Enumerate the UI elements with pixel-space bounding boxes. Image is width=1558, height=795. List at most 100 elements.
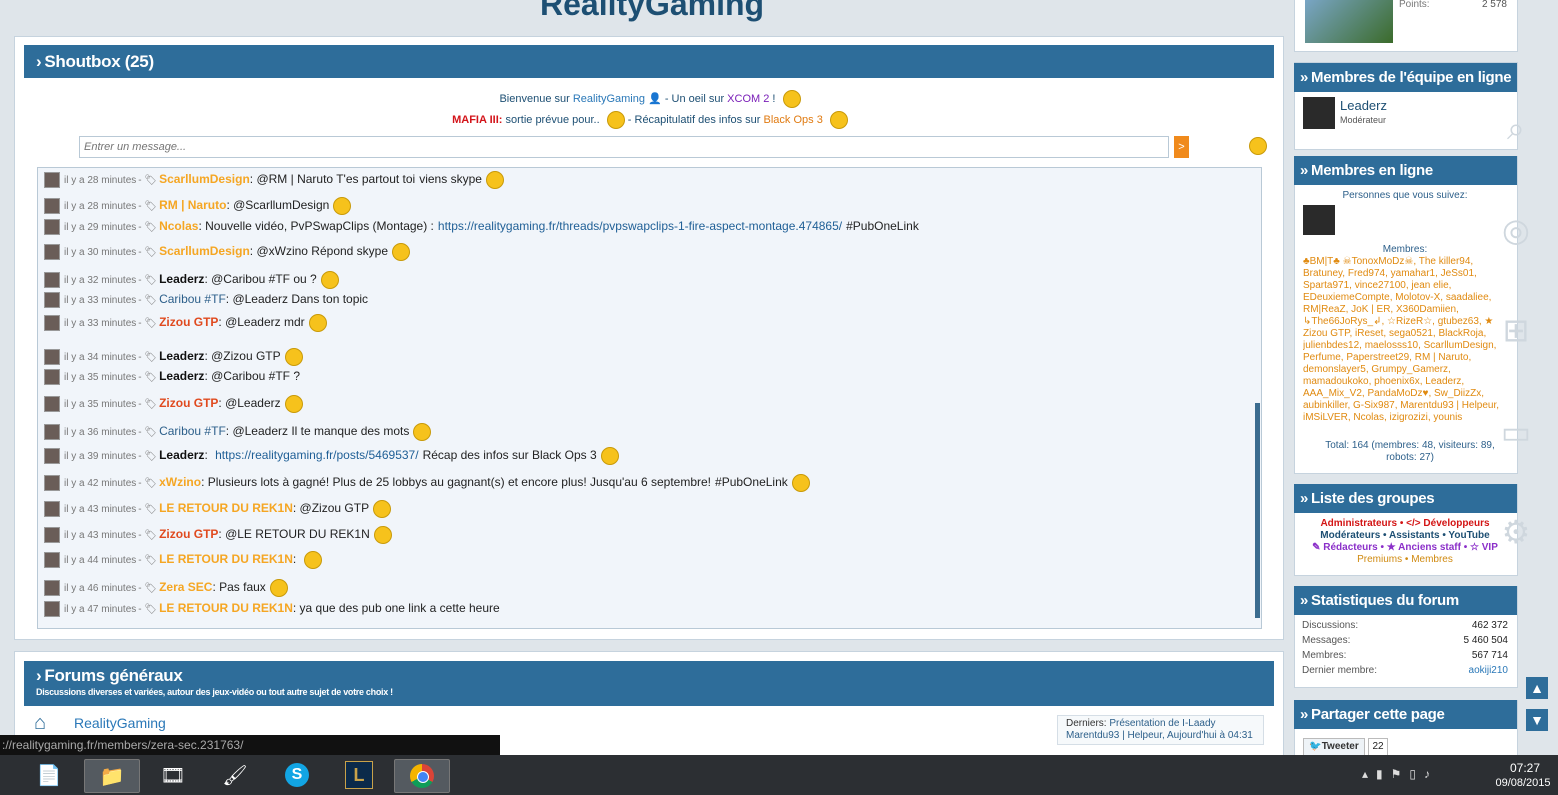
settings-charm-icon[interactable]: ⚙ bbox=[1496, 512, 1536, 552]
last-post-author[interactable]: Marentdu93 | Helpeur, Aujourd'hui à 04:3… bbox=[1066, 730, 1253, 741]
message-username[interactable]: Leaderz bbox=[159, 448, 204, 462]
online-members-list[interactable]: ♣BM|T♣ ☠TonoxMoDz☠, The killer94, Bratun… bbox=[1303, 256, 1503, 436]
file-icon[interactable]: 📄 bbox=[22, 759, 76, 791]
message-username[interactable]: RM | Naruto bbox=[159, 198, 226, 212]
user-avatar[interactable] bbox=[44, 552, 60, 568]
staff-name[interactable]: Leaderz bbox=[1340, 98, 1387, 113]
message-username[interactable]: Zera SEC bbox=[159, 580, 212, 594]
chrome-icon[interactable] bbox=[394, 759, 450, 793]
share-header: » Partager cette page bbox=[1294, 700, 1517, 729]
shoutbox-send-button[interactable]: > bbox=[1174, 136, 1189, 158]
groups-header: » Liste des groupes d'utilisateur bbox=[1294, 484, 1517, 536]
tag-icon: - 🏷 bbox=[138, 604, 158, 616]
forum-home-icon: ⌂ bbox=[34, 712, 47, 734]
message-username[interactable]: LE RETOUR DU REK1N bbox=[159, 601, 293, 615]
forums-title[interactable]: Forums généraux bbox=[44, 666, 182, 685]
announce-game-link[interactable]: XCOM 2 bbox=[727, 93, 769, 105]
user-avatar[interactable] bbox=[44, 172, 60, 188]
forum-stat-row: Dernier membre: aokiji210 bbox=[1302, 665, 1508, 676]
groups-line-3[interactable]: ✎ Rédacteurs • ★ Anciens staff • ☆ VIP bbox=[1294, 542, 1516, 553]
user-avatar[interactable] bbox=[44, 448, 60, 464]
message-username[interactable]: ScarllumDesign bbox=[159, 244, 250, 258]
message-username[interactable]: Leaderz bbox=[159, 369, 204, 383]
announce-mafia-link[interactable]: MAFIA III: bbox=[452, 114, 502, 126]
user-avatar[interactable] bbox=[44, 601, 60, 617]
league-of-legends-icon[interactable]: L bbox=[332, 759, 386, 791]
user-avatar[interactable] bbox=[44, 475, 60, 491]
scroll-down-button[interactable]: ▼ bbox=[1526, 709, 1548, 731]
user-avatar[interactable] bbox=[44, 501, 60, 517]
message-link[interactable]: https://realitygaming.fr/posts/5469537/ bbox=[215, 448, 418, 462]
tag-icon: - 🏷 bbox=[138, 530, 158, 542]
user-avatar[interactable] bbox=[44, 396, 60, 412]
tag-icon: - 🏷 bbox=[138, 352, 158, 364]
search-charm-icon[interactable]: ⌕ bbox=[1496, 108, 1536, 148]
emoji-icon bbox=[308, 314, 327, 332]
user-avatar[interactable] bbox=[44, 272, 60, 288]
message-username[interactable]: LE RETOUR DU REK1N bbox=[159, 501, 293, 515]
groups-line-2[interactable]: Modérateurs • Assistants • YouTube bbox=[1294, 530, 1516, 541]
groups-line-1[interactable]: Administrateurs • </> Développeurs bbox=[1294, 518, 1516, 529]
system-tray-icons[interactable]: ▴▮⚑▯♪ bbox=[1362, 767, 1438, 781]
message-username[interactable]: Caribou #TF bbox=[159, 424, 226, 438]
followed-avatar[interactable] bbox=[1303, 205, 1335, 235]
user-avatar[interactable] bbox=[44, 219, 60, 235]
user-avatar[interactable] bbox=[44, 292, 60, 308]
online-members-header: » Membres en ligne actuellement bbox=[1294, 156, 1517, 208]
user-avatar[interactable] bbox=[44, 424, 60, 440]
smiley-picker-icon[interactable] bbox=[1249, 137, 1267, 155]
last-post-link[interactable]: Présentation de I-Laady bbox=[1109, 718, 1215, 729]
announcement-line-1: Bienvenue sur RealityGaming 👤 - Un oeil … bbox=[0, 90, 1300, 108]
message-time: il y a 35 minutes bbox=[64, 399, 137, 411]
site-title[interactable]: RealityGaming bbox=[540, 0, 764, 23]
shoutbox-messages[interactable]: il y a 28 minutes - 🏷 ScarllumDesign: @RM … bbox=[37, 167, 1262, 629]
shoutbox-message-input[interactable] bbox=[79, 136, 1169, 158]
shoutbox-scrollbar[interactable] bbox=[1255, 403, 1260, 618]
scroll-up-button[interactable]: ▲ bbox=[1526, 677, 1548, 699]
user-avatar[interactable] bbox=[44, 369, 60, 385]
user-avatar[interactable] bbox=[44, 527, 60, 543]
stat-value[interactable]: aokiji210 bbox=[1469, 665, 1508, 676]
message-username[interactable]: Zizou GTP bbox=[159, 527, 218, 541]
shout-message: il y a 32 minutes - 🏷 Leaderz: @Caribou #T… bbox=[44, 271, 339, 289]
start-charm-icon[interactable]: ⊞ bbox=[1496, 310, 1536, 350]
message-time: il y a 30 minutes bbox=[64, 247, 137, 259]
message-username[interactable]: LE RETOUR DU REK1N bbox=[159, 552, 293, 566]
file-explorer-icon[interactable]: 📁 bbox=[84, 759, 140, 793]
groups-line-4[interactable]: Premiums • Membres bbox=[1294, 554, 1516, 565]
forum-item-realitygaming[interactable]: RealityGaming bbox=[74, 715, 166, 731]
message-username[interactable]: Ncolas bbox=[159, 219, 198, 233]
message-extra-text: #PubOneLink bbox=[846, 219, 919, 234]
paint-icon[interactable]: 🖌 bbox=[208, 759, 262, 791]
message-username[interactable]: ScarllumDesign bbox=[159, 172, 250, 186]
user-avatar[interactable] bbox=[44, 580, 60, 596]
message-username[interactable]: xWzino bbox=[159, 475, 201, 489]
message-username[interactable]: Caribou #TF bbox=[159, 292, 226, 306]
message-username[interactable]: Leaderz bbox=[159, 349, 204, 363]
announce-site-link[interactable]: RealityGaming bbox=[573, 93, 645, 105]
clock-time[interactable]: 07:27 bbox=[1495, 761, 1555, 775]
clock-date[interactable]: 09/08/2015 bbox=[1490, 777, 1556, 789]
message-username[interactable]: Zizou GTP bbox=[159, 396, 218, 410]
profile-mini-panel: Points: 2 578 bbox=[1294, 0, 1518, 52]
staff-avatar[interactable] bbox=[1303, 97, 1335, 129]
skype-icon[interactable]: S bbox=[270, 759, 324, 791]
message-text: ya que des pub one link a cette heure bbox=[299, 601, 500, 616]
message-time: il y a 42 minutes bbox=[64, 478, 137, 490]
share-charm-icon[interactable]: ◎ bbox=[1496, 210, 1536, 250]
message-username[interactable]: Leaderz bbox=[159, 272, 204, 286]
user-avatar[interactable] bbox=[44, 315, 60, 331]
devices-charm-icon[interactable]: ▭ bbox=[1496, 412, 1536, 452]
tweet-button[interactable]: 🐦Tweeter bbox=[1303, 738, 1365, 755]
message-username[interactable]: Zizou GTP bbox=[159, 315, 218, 329]
user-avatar[interactable] bbox=[44, 349, 60, 365]
message-time: il y a 34 minutes bbox=[64, 352, 137, 364]
profile-avatar[interactable] bbox=[1305, 0, 1393, 43]
user-icon: 👤 bbox=[648, 92, 662, 105]
media-player-icon[interactable]: 🎞 bbox=[146, 759, 200, 791]
shoutbox-title: Shoutbox (25) bbox=[44, 52, 154, 71]
announce-bo3-link[interactable]: Black Ops 3 bbox=[764, 114, 823, 126]
user-avatar[interactable] bbox=[44, 244, 60, 260]
message-link[interactable]: https://realitygaming.fr/threads/pvpswap… bbox=[438, 219, 842, 233]
user-avatar[interactable] bbox=[44, 198, 60, 214]
